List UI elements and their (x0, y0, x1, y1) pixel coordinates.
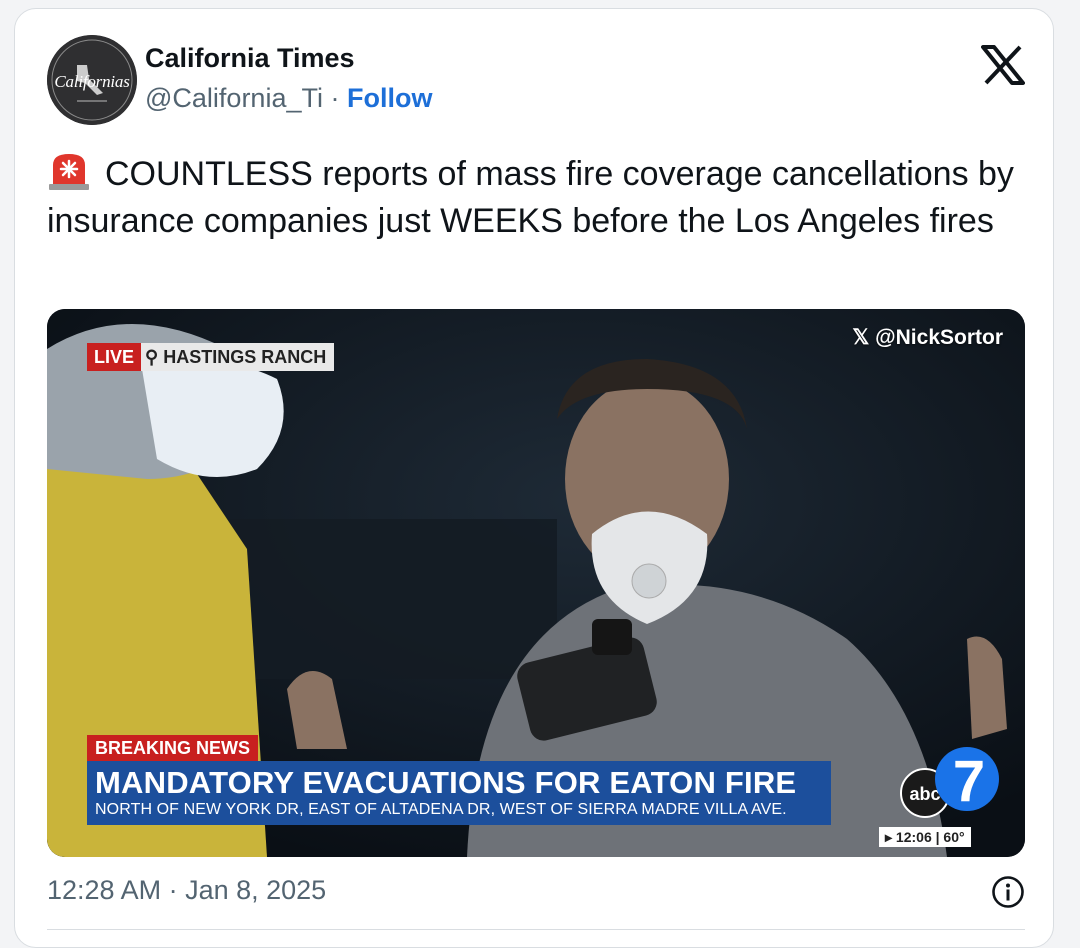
timestamp[interactable]: 12:28 AM · Jan 8, 2025 (47, 875, 326, 906)
subline-text: NORTH OF NEW YORK DR, EAST OF ALTADENA D… (95, 801, 787, 818)
network-logo-text: abc (909, 784, 940, 804)
headline-banner: MANDATORY EVACUATIONS FOR EATON FIRE NOR… (87, 761, 831, 825)
divider (47, 929, 1025, 930)
author-handle[interactable]: @California_Ti (145, 83, 323, 113)
video-watermark: 𝕏 @NickSortor (852, 326, 1003, 349)
handle-row: @California_Ti · Follow (145, 83, 432, 114)
tweet-card: Californias California Times @California… (14, 8, 1054, 948)
info-icon[interactable] (991, 875, 1025, 909)
location-pin-icon: ⚲ (145, 347, 159, 367)
headline-text: MANDATORY EVACUATIONS FOR EATON FIRE (95, 765, 797, 800)
tweet-text: COUNTLESS reports of mass fire coverage … (47, 155, 1014, 240)
tweet-text-block: COUNTLESS reports of mass fire coverage … (47, 151, 1037, 245)
video-player[interactable]: 𝕏 @NickSortor LIVE ⚲ HASTINGS RANCH BREA… (47, 309, 1025, 857)
avatar-text: Californias (54, 72, 130, 91)
network-number: 7 (953, 749, 985, 814)
location-badge: ⚲ HASTINGS RANCH (141, 343, 335, 371)
live-badge: LIVE (87, 343, 142, 371)
avatar[interactable]: Californias (47, 35, 137, 125)
handle-separator: · (330, 83, 340, 113)
live-tag: LIVE ⚲ HASTINGS RANCH (87, 343, 335, 371)
siren-icon (49, 154, 89, 190)
abc7-logo-icon: abc 7 (900, 747, 999, 818)
follow-button[interactable]: Follow (347, 83, 432, 113)
breaking-news-badge: BREAKING NEWS (87, 735, 259, 761)
author-name[interactable]: California Times (145, 43, 355, 74)
location-label: HASTINGS RANCH (163, 347, 327, 367)
clock-weather: ▸ 12:06 | 60° (879, 827, 971, 847)
x-logo-icon[interactable] (981, 45, 1025, 85)
